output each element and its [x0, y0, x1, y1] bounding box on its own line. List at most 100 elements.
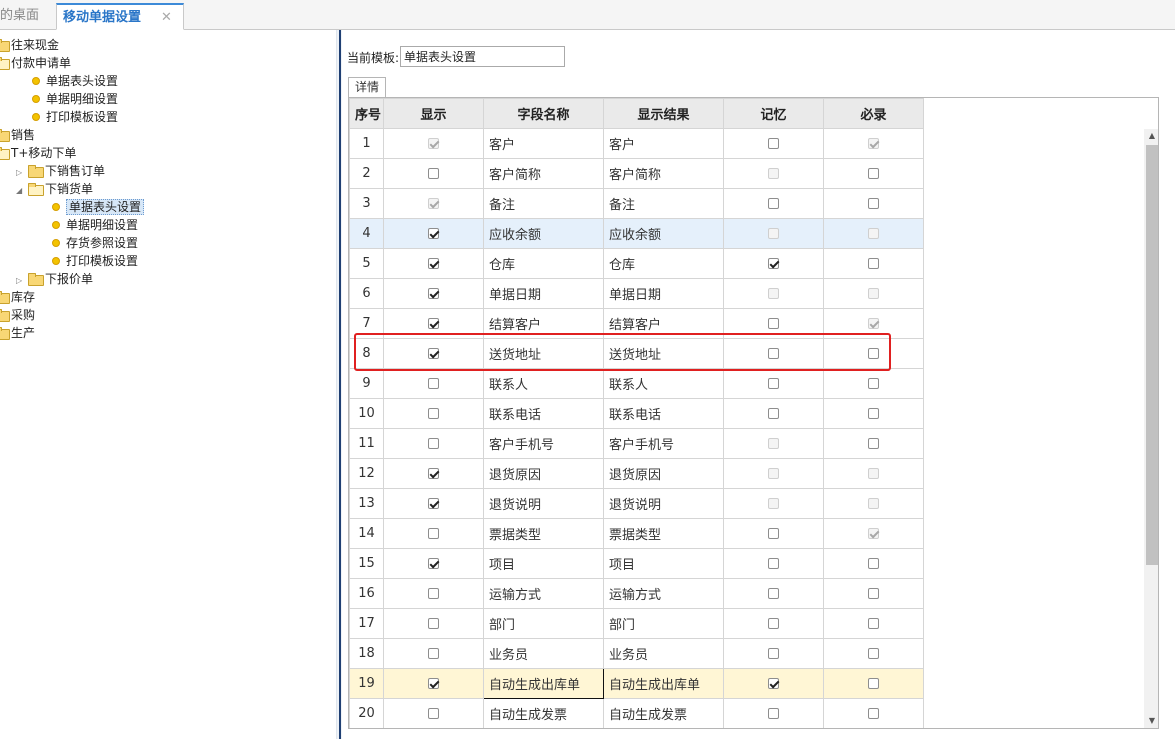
display-result-cell[interactable]: 业务员: [603, 638, 724, 669]
display-result-cell[interactable]: 应收余额: [603, 218, 724, 249]
tree-node[interactable]: 库存: [0, 288, 35, 306]
tree-node[interactable]: 往来现金: [0, 36, 59, 54]
tree-node[interactable]: ▷ 下报价单: [16, 270, 93, 288]
show-checkbox[interactable]: [428, 288, 439, 299]
display-result-cell[interactable]: 自动生成发票: [603, 698, 724, 728]
show-checkbox[interactable]: [428, 348, 439, 359]
memory-checkbox[interactable]: [768, 318, 779, 329]
display-result-cell[interactable]: 仓库: [603, 248, 724, 279]
template-input[interactable]: [400, 46, 565, 67]
memory-checkbox[interactable]: [768, 618, 779, 629]
memory-checkbox[interactable]: [768, 138, 779, 149]
display-result-cell[interactable]: 联系电话: [603, 398, 724, 429]
scroll-up-icon[interactable]: ▲: [1144, 129, 1158, 143]
show-checkbox[interactable]: [428, 378, 439, 389]
table-row[interactable]: 19 自动生成出库单 自动生成出库单: [349, 668, 924, 699]
display-result-cell[interactable]: 结算客户: [603, 308, 724, 339]
show-checkbox[interactable]: [428, 618, 439, 629]
tab-details[interactable]: 详情: [348, 77, 386, 97]
table-row[interactable]: 9 联系人 联系人: [349, 368, 924, 399]
show-checkbox[interactable]: [428, 468, 439, 479]
show-checkbox[interactable]: [428, 438, 439, 449]
tree-node[interactable]: 付款申请单: [0, 54, 71, 72]
show-checkbox[interactable]: [428, 408, 439, 419]
memory-checkbox[interactable]: [768, 648, 779, 659]
tab-mobile-doc-settings[interactable]: 移动单据设置 ✕: [56, 3, 184, 30]
display-result-cell[interactable]: 项目: [603, 548, 724, 579]
show-checkbox[interactable]: [428, 708, 439, 719]
tree-node[interactable]: T+移动下单: [0, 144, 76, 162]
tree-node[interactable]: 单据表头设置: [52, 198, 145, 216]
table-row[interactable]: 1 客户 客户: [349, 128, 924, 159]
required-checkbox[interactable]: [868, 648, 879, 659]
memory-checkbox[interactable]: [768, 708, 779, 719]
show-checkbox[interactable]: [428, 498, 439, 509]
display-result-cell[interactable]: 票据类型: [603, 518, 724, 549]
required-checkbox[interactable]: [868, 408, 879, 419]
required-checkbox[interactable]: [868, 588, 879, 599]
tab-desktop[interactable]: 的桌面: [0, 3, 54, 30]
display-result-cell[interactable]: 联系人: [603, 368, 724, 399]
table-row[interactable]: 12 退货原因 退货原因: [349, 458, 924, 489]
required-checkbox[interactable]: [868, 198, 879, 209]
table-row[interactable]: 15 项目 项目: [349, 548, 924, 579]
scrollbar-thumb[interactable]: [1146, 145, 1158, 565]
display-result-cell[interactable]: 备注: [603, 188, 724, 219]
show-checkbox[interactable]: [428, 228, 439, 239]
tree-node[interactable]: ▷ 下销售订单: [16, 162, 105, 180]
vertical-scrollbar[interactable]: ▲ ▼: [1144, 129, 1158, 728]
required-checkbox[interactable]: [868, 378, 879, 389]
table-row[interactable]: 8 送货地址 送货地址: [349, 338, 924, 369]
display-result-cell[interactable]: 退货原因: [603, 458, 724, 489]
table-row[interactable]: 16 运输方式 运输方式: [349, 578, 924, 609]
tree-node[interactable]: 单据明细设置: [32, 90, 118, 108]
tree-node[interactable]: 打印模板设置: [52, 252, 138, 270]
required-checkbox[interactable]: [868, 168, 879, 179]
scroll-down-icon[interactable]: ▼: [1144, 714, 1158, 728]
memory-checkbox[interactable]: [768, 198, 779, 209]
table-row[interactable]: 14 票据类型 票据类型: [349, 518, 924, 549]
required-checkbox[interactable]: [868, 618, 879, 629]
display-result-cell[interactable]: 单据日期: [603, 278, 724, 309]
required-checkbox[interactable]: [868, 708, 879, 719]
tree-node[interactable]: 单据明细设置: [52, 216, 138, 234]
table-row[interactable]: 5 仓库 仓库: [349, 248, 924, 279]
display-result-cell[interactable]: 送货地址: [603, 338, 724, 369]
memory-checkbox[interactable]: [768, 528, 779, 539]
required-checkbox[interactable]: [868, 348, 879, 359]
display-result-cell[interactable]: 运输方式: [603, 578, 724, 609]
display-result-cell[interactable]: 自动生成出库单: [603, 668, 724, 699]
table-row[interactable]: 17 部门 部门: [349, 608, 924, 639]
close-icon[interactable]: ✕: [161, 5, 172, 30]
memory-checkbox[interactable]: [768, 588, 779, 599]
required-checkbox[interactable]: [868, 558, 879, 569]
show-checkbox[interactable]: [428, 588, 439, 599]
tree-node[interactable]: 生产: [0, 324, 35, 342]
display-result-cell[interactable]: 退货说明: [603, 488, 724, 519]
tree-node[interactable]: 存货参照设置: [52, 234, 138, 252]
display-result-cell[interactable]: 客户手机号: [603, 428, 724, 459]
display-result-cell[interactable]: 客户: [603, 128, 724, 159]
table-row[interactable]: 2 客户简称 客户简称: [349, 158, 924, 189]
table-row[interactable]: 7 结算客户 结算客户: [349, 308, 924, 339]
show-checkbox[interactable]: [428, 648, 439, 659]
table-row[interactable]: 4 应收余额 应收余额: [349, 218, 924, 249]
required-checkbox[interactable]: [868, 258, 879, 269]
tree-node[interactable]: 销售: [0, 126, 35, 144]
memory-checkbox[interactable]: [768, 408, 779, 419]
table-row[interactable]: 13 退货说明 退货说明: [349, 488, 924, 519]
required-checkbox[interactable]: [868, 678, 879, 689]
display-result-cell[interactable]: 部门: [603, 608, 724, 639]
memory-checkbox[interactable]: [768, 558, 779, 569]
table-row[interactable]: 3 备注 备注: [349, 188, 924, 219]
show-checkbox[interactable]: [428, 558, 439, 569]
tree-node[interactable]: ◢ 下销货单: [16, 180, 93, 198]
table-row[interactable]: 20 自动生成发票 自动生成发票: [349, 698, 924, 728]
show-checkbox[interactable]: [428, 318, 439, 329]
memory-checkbox[interactable]: [768, 348, 779, 359]
memory-checkbox[interactable]: [768, 258, 779, 269]
required-checkbox[interactable]: [868, 438, 879, 449]
expand-arrow-icon[interactable]: ◢: [16, 182, 26, 200]
show-checkbox[interactable]: [428, 528, 439, 539]
tree-node[interactable]: 打印模板设置: [32, 108, 118, 126]
